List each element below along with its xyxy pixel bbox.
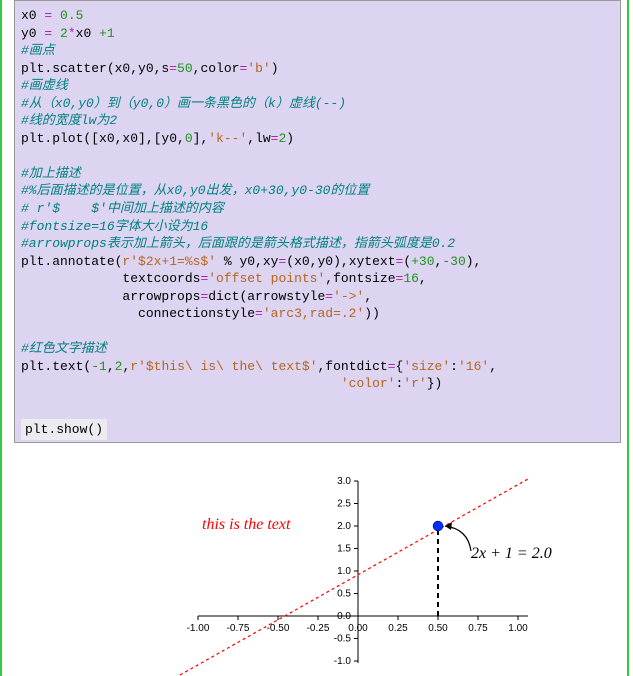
comment: #画点 (21, 43, 55, 58)
line-series (180, 479, 528, 675)
comment: #从（x0,y0）到（y0,0）画一条黑色的（k）虚线(--) (21, 96, 346, 111)
annotation-text: 2x + 1 = 2.0 (471, 545, 552, 562)
svg-text:-1.00: -1.00 (186, 623, 209, 634)
svg-text:3.0: 3.0 (337, 476, 351, 487)
svg-text:1.0: 1.0 (337, 566, 351, 577)
comment: #fontsize=16字体大小设为16 (21, 219, 208, 234)
code-block: x0 = 0.5 y0 = 2*x0 +1 #画点 plt.scatter(x0… (14, 0, 621, 443)
svg-text:-0.5: -0.5 (333, 634, 351, 645)
comment: #画虚线 (21, 78, 68, 93)
show-line: plt.show() (21, 419, 107, 441)
svg-text:0.25: 0.25 (388, 623, 408, 634)
code-text: x0 (21, 8, 44, 23)
svg-text:-0.75: -0.75 (226, 623, 249, 634)
comment: # r'$ $'中间加上描述的内容 (21, 201, 224, 216)
comment: #%后面描述的是位置，从x0,y0出发，x0+30,y0-30的位置 (21, 183, 369, 198)
svg-text:2.5: 2.5 (337, 499, 351, 510)
scatter-point (433, 521, 443, 531)
svg-text:1.5: 1.5 (337, 544, 351, 555)
svg-text:0.50: 0.50 (428, 623, 448, 634)
red-text-annotation: this is the text (202, 516, 291, 533)
comment: #线的宽度lw为2 (21, 113, 117, 128)
comment: #红色文字描述 (21, 341, 107, 356)
chart: -1.00 -0.75 -0.50 -0.25 0.00 0.25 0.50 0… (73, 451, 563, 676)
svg-text:1.00: 1.00 (508, 623, 528, 634)
svg-text:0.00: 0.00 (348, 623, 368, 634)
svg-text:2.0: 2.0 (337, 521, 351, 532)
svg-text:0.0: 0.0 (337, 611, 351, 622)
y-ticks: -1.0 -0.5 0.0 0.5 1.0 1.5 2.0 2.5 3.0 (333, 476, 357, 667)
comment: #加上描述 (21, 166, 81, 181)
annotation-arrow (445, 526, 471, 551)
comment: #arrowprops表示加上箭头，后面跟的是箭头格式描述，指箭头弧度是0.2 (21, 236, 455, 251)
svg-text:-0.25: -0.25 (306, 623, 329, 634)
svg-text:0.5: 0.5 (337, 589, 351, 600)
x-ticks: -1.00 -0.75 -0.50 -0.25 0.00 0.25 0.50 0… (186, 616, 528, 634)
svg-text:0.75: 0.75 (468, 623, 488, 634)
